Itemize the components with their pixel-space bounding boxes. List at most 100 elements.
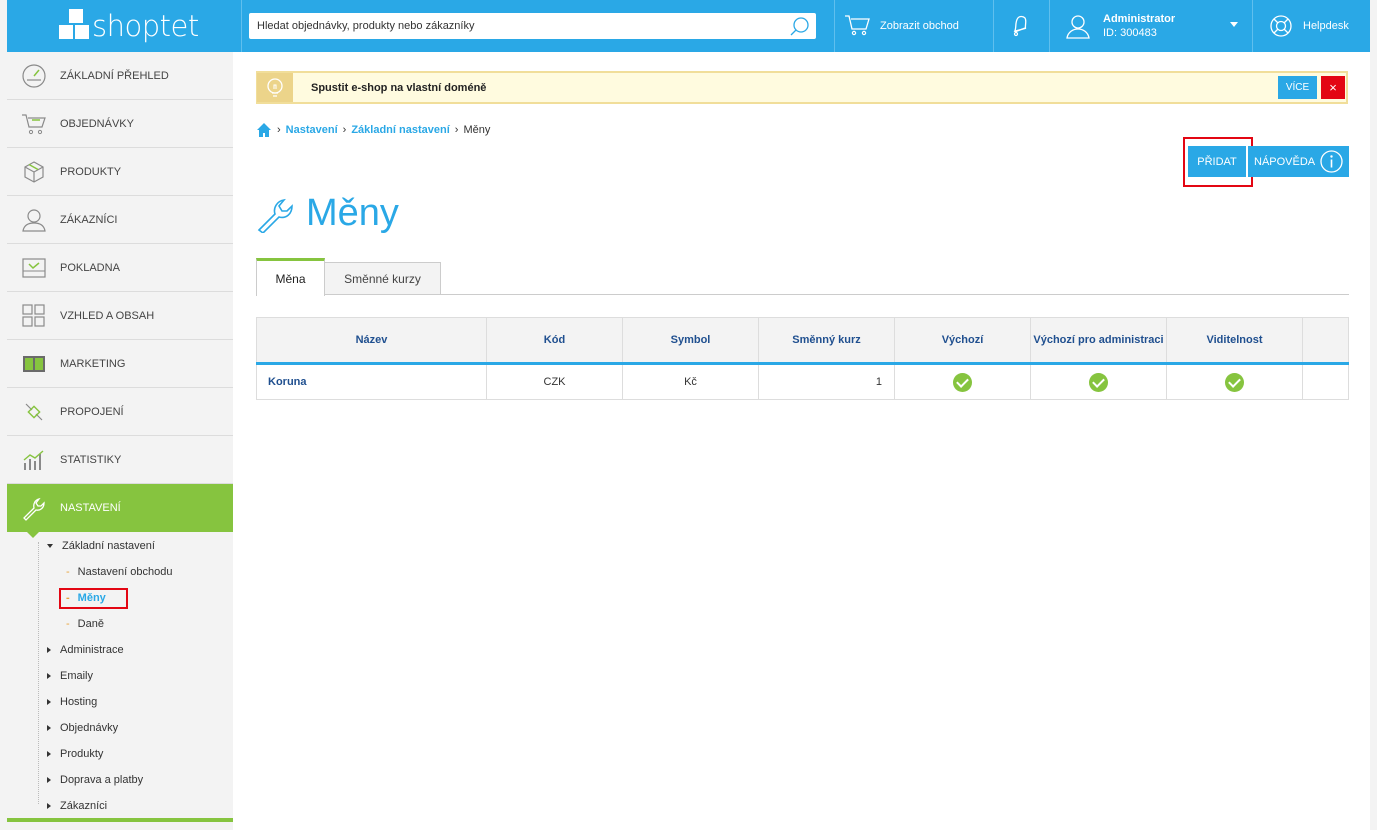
wrench-icon bbox=[7, 495, 60, 521]
notifications-button[interactable] bbox=[1005, 0, 1035, 52]
sidebar-item-label: Nastavení bbox=[60, 502, 121, 514]
breadcrumb-basic-settings[interactable]: Základní nastavení bbox=[351, 124, 449, 136]
col-code[interactable]: Kód bbox=[486, 317, 623, 365]
sidebar-item-pos[interactable]: Pokladna bbox=[7, 244, 233, 292]
subnav-label: Produkty bbox=[60, 748, 104, 760]
caret-right-icon bbox=[47, 751, 51, 757]
divider bbox=[993, 0, 994, 52]
subnav-hosting[interactable]: Hosting bbox=[47, 694, 97, 710]
cell-rate: 1 bbox=[758, 363, 895, 400]
caret-right-icon bbox=[47, 647, 51, 653]
show-shop-button[interactable]: Zobrazit obchod bbox=[844, 0, 959, 52]
subnav-emails[interactable]: Emaily bbox=[47, 668, 93, 684]
register-icon bbox=[7, 256, 60, 280]
subnav-label: Nastavení obchodu bbox=[77, 566, 173, 578]
more-button[interactable]: VÍCE bbox=[1278, 76, 1317, 99]
page-title: Měny bbox=[306, 192, 399, 234]
subnav-label: Objednávky bbox=[60, 722, 119, 734]
wrench-icon bbox=[256, 195, 294, 233]
subnav-label: Emaily bbox=[60, 670, 94, 682]
subnav-customers[interactable]: Zákazníci bbox=[47, 798, 107, 814]
subnav-orders[interactable]: Objednávky bbox=[47, 720, 118, 736]
grid-icon bbox=[7, 303, 60, 328]
col-visibility[interactable]: Viditelnost bbox=[1166, 317, 1303, 365]
cell-name[interactable]: Koruna bbox=[256, 363, 487, 400]
user-name: Administrator bbox=[1103, 13, 1176, 25]
sidebar-item-settings[interactable]: Nastavení bbox=[7, 484, 233, 538]
user-id: ID: 300483 bbox=[1103, 27, 1157, 39]
cell-symbol: Kč bbox=[622, 363, 759, 400]
page-heading: Měny bbox=[256, 192, 399, 235]
subnav-label: Doprava a platby bbox=[60, 774, 144, 786]
plug-icon bbox=[7, 400, 60, 424]
home-icon[interactable] bbox=[256, 122, 272, 138]
top-bar: shoptet Zobrazit obchod Administrator ID… bbox=[7, 0, 1370, 52]
sidebar-item-label: Vzhled a obsah bbox=[60, 309, 155, 322]
sidebar-item-integrations[interactable]: Propojení bbox=[7, 388, 233, 436]
check-icon bbox=[1089, 372, 1108, 392]
col-symbol[interactable]: Symbol bbox=[622, 317, 759, 365]
caret-right-icon bbox=[47, 803, 51, 809]
help-button[interactable]: NÁPOVĚDA bbox=[1248, 146, 1349, 177]
cell-actions bbox=[1303, 364, 1349, 400]
check-icon bbox=[953, 372, 972, 392]
tab-bar: Měna Směnné kurzy bbox=[256, 258, 1349, 296]
user-menu[interactable]: Administrator ID: 300483 bbox=[1065, 0, 1250, 52]
caret-down-icon bbox=[47, 544, 53, 548]
cell-code: CZK bbox=[486, 363, 623, 400]
subnav-taxes[interactable]: - Daně bbox=[66, 616, 104, 632]
sidebar-item-label: Zákazníci bbox=[60, 213, 118, 226]
col-name[interactable]: Název bbox=[256, 317, 487, 365]
breadcrumb-settings[interactable]: Nastavení bbox=[286, 124, 338, 136]
logo-text: shoptet bbox=[92, 9, 199, 43]
helpdesk-button[interactable]: Helpdesk bbox=[1269, 0, 1349, 52]
search-input[interactable] bbox=[249, 13, 769, 39]
cell-default bbox=[894, 363, 1031, 400]
highlight-box bbox=[59, 588, 128, 609]
col-default[interactable]: Výchozí bbox=[894, 317, 1031, 365]
sidebar-item-products[interactable]: Produkty bbox=[7, 148, 233, 196]
tab-currency[interactable]: Měna bbox=[256, 258, 325, 296]
sidebar-item-customers[interactable]: Zákazníci bbox=[7, 196, 233, 244]
logo-mark bbox=[59, 9, 95, 43]
user-icon bbox=[1065, 13, 1091, 39]
subnav-administration[interactable]: Administrace bbox=[47, 642, 124, 658]
cell-visibility bbox=[1166, 363, 1303, 400]
subnav-label: Administrace bbox=[60, 644, 124, 656]
sidebar: Základní přehled Objednávky Produkty Zák… bbox=[7, 52, 233, 830]
sidebar-item-design[interactable]: Vzhled a obsah bbox=[7, 292, 233, 340]
subnav-products[interactable]: Produkty bbox=[47, 746, 103, 762]
sidebar-item-label: Objednávky bbox=[60, 117, 134, 130]
sidebar-item-label: Marketing bbox=[60, 357, 126, 370]
sidebar-item-dashboard[interactable]: Základní přehled bbox=[7, 52, 233, 100]
search-icon[interactable] bbox=[789, 16, 810, 42]
sidebar-item-marketing[interactable]: Marketing bbox=[7, 340, 233, 388]
logo[interactable]: shoptet bbox=[7, 0, 241, 52]
col-default-admin[interactable]: Výchozí pro administraci bbox=[1030, 317, 1167, 365]
cart-icon bbox=[844, 13, 880, 40]
notice-bar: Spustit e-shop na vlastní doméně VÍCE × bbox=[256, 71, 1348, 104]
divider bbox=[1252, 0, 1253, 52]
caret-right-icon bbox=[47, 777, 51, 783]
col-rate[interactable]: Směnný kurz bbox=[758, 317, 895, 365]
close-button[interactable]: × bbox=[1321, 76, 1345, 99]
divider bbox=[1049, 0, 1050, 52]
subnav-basic-settings[interactable]: Základní nastavení bbox=[47, 538, 155, 554]
subnav-shipping[interactable]: Doprava a platby bbox=[47, 772, 143, 788]
sidebar-item-orders[interactable]: Objednávky bbox=[7, 100, 233, 148]
tab-exchange-rates[interactable]: Směnné kurzy bbox=[324, 262, 441, 295]
table-row[interactable]: Koruna CZK Kč 1 bbox=[256, 363, 1349, 400]
subnav-label: Základní nastavení bbox=[62, 540, 155, 552]
chevron-down-icon[interactable] bbox=[1230, 22, 1238, 27]
breadcrumb: › Nastavení › Základní nastavení › Měny bbox=[256, 122, 490, 138]
sidebar-item-label: Statistiky bbox=[60, 453, 122, 466]
cell-default-admin bbox=[1030, 363, 1167, 400]
tree-line bbox=[38, 542, 39, 804]
subnav-shop-settings[interactable]: - Nastavení obchodu bbox=[66, 564, 172, 580]
lifebuoy-icon bbox=[1269, 14, 1303, 38]
sidebar-item-statistics[interactable]: Statistiky bbox=[7, 436, 233, 484]
currencies-table: Název Kód Symbol Směnný kurz Výchozí Výc… bbox=[256, 317, 1349, 400]
marketing-icon bbox=[7, 352, 60, 376]
subnav-label: Daně bbox=[77, 618, 104, 630]
caret-right-icon bbox=[47, 673, 51, 679]
